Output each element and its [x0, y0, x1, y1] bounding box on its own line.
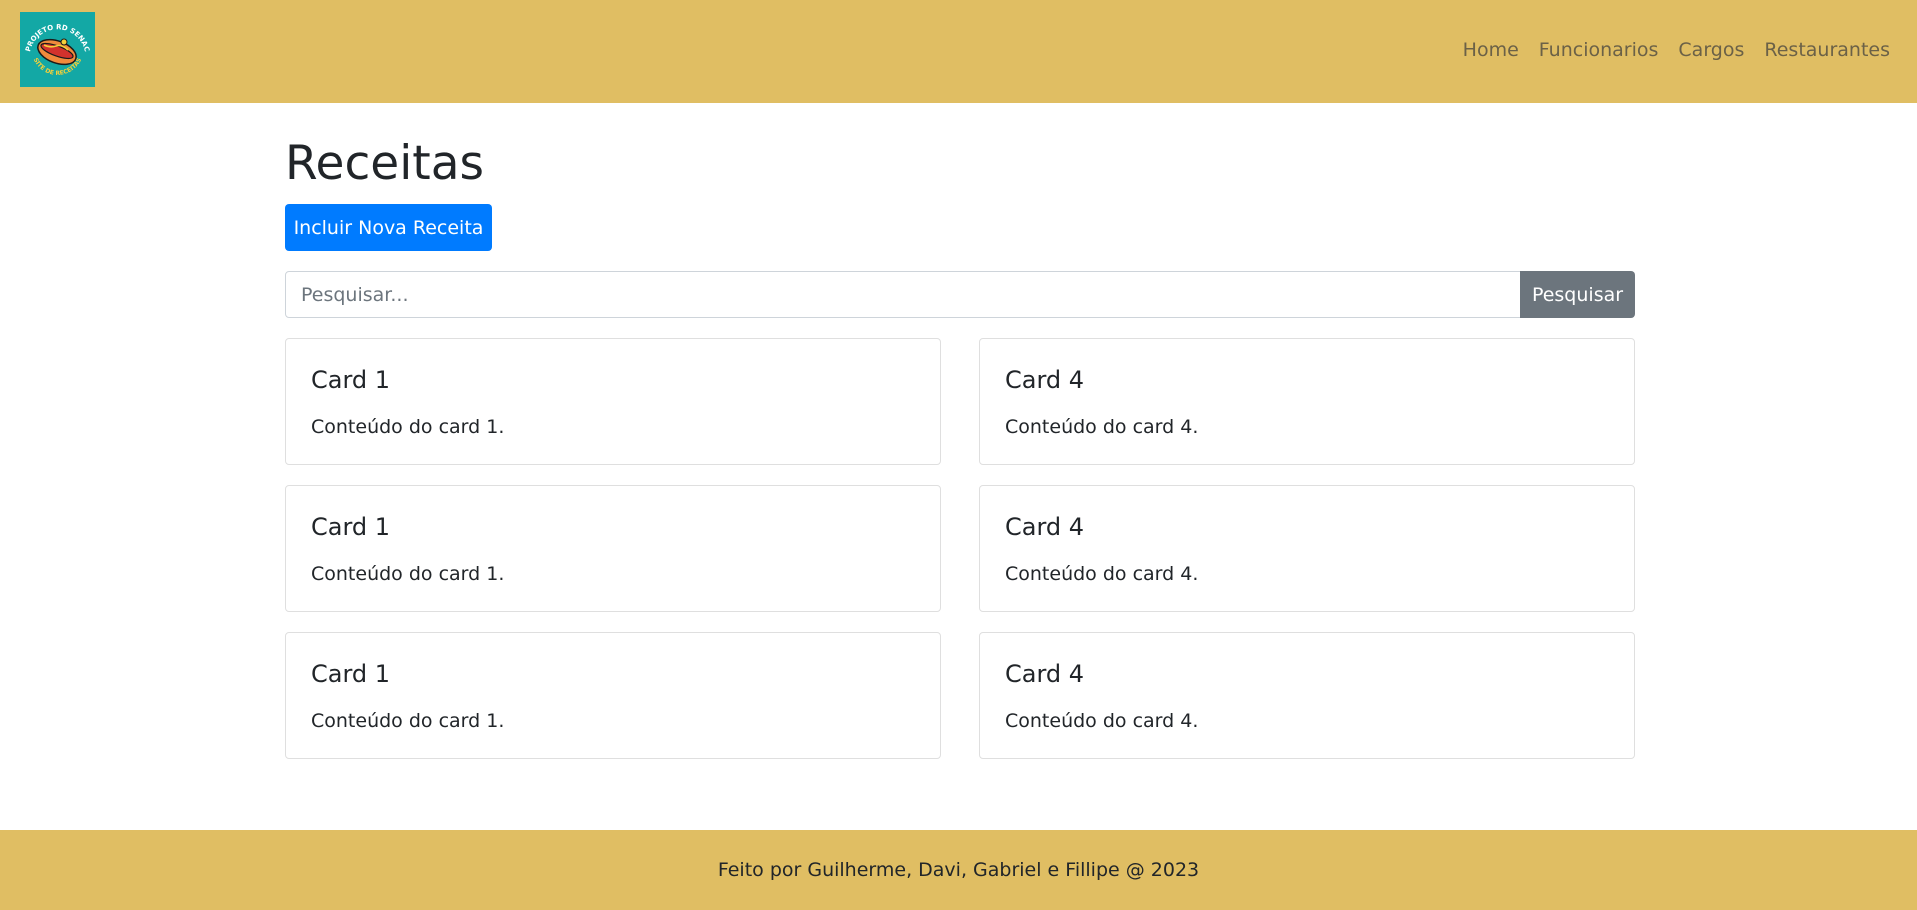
recipe-card[interactable]: Card 1 Conteúdo do card 1.	[285, 485, 941, 612]
hotdog-logo-icon: PROJETO RD SENAC SITE DE RECEITAS	[20, 12, 95, 87]
card-title: Card 4	[1005, 513, 1085, 541]
footer-credits: Feito por Guilherme, Davi, Gabriel e Fil…	[717, 859, 1200, 881]
recipe-card[interactable]: Card 1 Conteúdo do card 1.	[285, 632, 941, 759]
card-text: Conteúdo do card 1.	[311, 710, 505, 732]
add-recipe-button[interactable]: Incluir Nova Receita	[285, 204, 492, 251]
page-title: Receitas	[285, 136, 484, 191]
card-title: Card 1	[311, 513, 391, 541]
card-text: Conteúdo do card 4.	[1005, 416, 1199, 438]
card-title: Card 1	[311, 660, 391, 688]
nav-link-home[interactable]: Home	[1463, 37, 1519, 64]
recipe-card[interactable]: Card 4 Conteúdo do card 4.	[979, 338, 1635, 465]
card-text: Conteúdo do card 4.	[1005, 710, 1199, 732]
recipe-card[interactable]: Card 4 Conteúdo do card 4.	[979, 632, 1635, 759]
card-text: Conteúdo do card 1.	[311, 416, 505, 438]
card-text: Conteúdo do card 1.	[311, 563, 505, 585]
search-button[interactable]: Pesquisar	[1520, 271, 1635, 318]
card-title: Card 1	[311, 366, 391, 394]
recipe-card[interactable]: Card 1 Conteúdo do card 1.	[285, 338, 941, 465]
navbar: PROJETO RD SENAC SITE DE RECEITAS Home F…	[0, 0, 1917, 103]
recipe-card[interactable]: Card 4 Conteúdo do card 4.	[979, 485, 1635, 612]
card-title: Card 4	[1005, 660, 1085, 688]
nav-link-funcionarios[interactable]: Funcionarios	[1539, 37, 1659, 64]
footer: Feito por Guilherme, Davi, Gabriel e Fil…	[0, 830, 1917, 910]
nav-link-cargos[interactable]: Cargos	[1678, 37, 1744, 64]
search-input[interactable]	[285, 271, 1521, 318]
card-title: Card 4	[1005, 366, 1085, 394]
card-text: Conteúdo do card 4.	[1005, 563, 1199, 585]
nav-link-restaurantes[interactable]: Restaurantes	[1764, 37, 1890, 64]
logo[interactable]: PROJETO RD SENAC SITE DE RECEITAS	[20, 12, 95, 87]
main-nav: Home Funcionarios Cargos Restaurantes	[1463, 37, 1890, 64]
